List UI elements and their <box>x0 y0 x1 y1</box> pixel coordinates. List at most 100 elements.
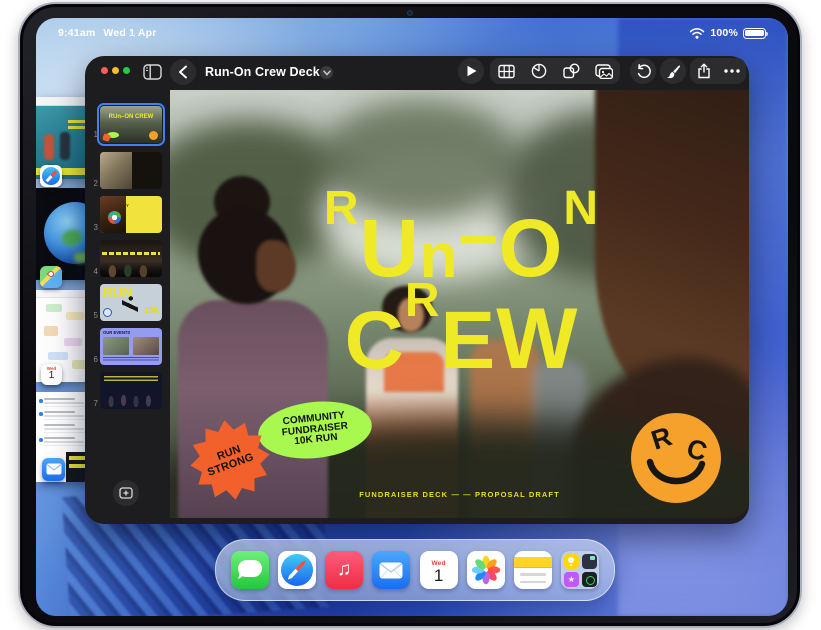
slide-number: 2 <box>89 179 98 188</box>
media-button[interactable] <box>589 58 619 84</box>
title-letter: – <box>457 206 497 262</box>
title-menu-button[interactable] <box>320 66 333 79</box>
zoom-button[interactable] <box>123 67 130 74</box>
notes-icon[interactable] <box>514 551 552 589</box>
slide-number: 6 <box>89 355 98 364</box>
calendar-day: 1 <box>420 567 458 585</box>
title-letter: O <box>497 216 562 282</box>
slide-thumbnail-4[interactable] <box>100 240 162 277</box>
table-icon <box>498 64 515 79</box>
battery-icon <box>743 28 766 39</box>
battery-percent: 100% <box>710 27 738 39</box>
slide-title-line-2: CREW <box>343 286 577 374</box>
thumb-subtitle-text: 10K <box>144 306 159 315</box>
tips-mini-icon <box>564 554 579 569</box>
badge-text: 10K RUN <box>294 433 338 448</box>
music-note-glyph: ♫ <box>337 559 351 581</box>
slide-title[interactable]: RUn–ON CREW <box>170 194 749 374</box>
present-button[interactable] <box>458 58 484 84</box>
photos-icon[interactable] <box>467 551 505 589</box>
sidebar-toggle-icon[interactable] <box>142 63 162 83</box>
slide-number: 4 <box>89 267 98 276</box>
status-time: 9:41am <box>58 27 95 39</box>
slide-canvas[interactable]: RUn–ON CREW COMMUNITY FUNDRAISER 10K RUN… <box>170 90 749 518</box>
plus-icon <box>119 487 133 499</box>
mail-dock-icon[interactable] <box>372 551 410 589</box>
thumb-title-text: OUR EVENTS <box>103 330 130 335</box>
status-indicators: 100% <box>689 27 766 39</box>
envelope-glyph <box>379 562 403 579</box>
insert-tools-group <box>490 58 620 84</box>
slide-thumbnail-3[interactable]: OUR COMMUNITY <box>100 196 162 233</box>
title-letter: R <box>403 282 439 320</box>
undo-icon <box>636 64 651 78</box>
ipad-device: 9:41am Wed 1 Apr 100% <box>18 2 802 628</box>
title-letter: U <box>358 216 418 282</box>
camera-mini-icon <box>582 554 597 569</box>
slide-thumbnail-1[interactable]: RUn–ON CREW <box>100 106 162 143</box>
share-button[interactable] <box>691 58 717 84</box>
keynote-toolbar: Run-On Crew Deck <box>85 56 749 90</box>
ellipsis-icon <box>724 69 740 73</box>
music-icon[interactable]: ♫ <box>325 551 363 589</box>
slide-thumbnail-5[interactable]: RUN 10K <box>100 284 162 321</box>
chevron-down-icon <box>323 70 331 76</box>
share-icon <box>697 63 711 79</box>
share-more-group <box>690 58 746 84</box>
calendar-dock-icon[interactable]: Wed 1 <box>420 551 458 589</box>
title-letter: W <box>494 305 576 374</box>
app-library-icon[interactable]: ★ <box>561 551 599 589</box>
more-button[interactable] <box>719 58 745 84</box>
minimize-button[interactable] <box>112 67 119 74</box>
format-brush-icon <box>666 64 681 79</box>
title-letter: E <box>439 308 495 374</box>
slide-number: 1 <box>89 130 98 139</box>
rc-smiley-logo[interactable]: R C <box>630 412 722 504</box>
slide-thumbnail-6[interactable]: OUR EVENTS <box>100 328 162 365</box>
watch-mini-icon <box>582 572 597 587</box>
status-date: Wed 1 Apr <box>103 27 156 39</box>
chevron-left-icon <box>178 65 188 79</box>
calendar-window-header <box>36 290 92 298</box>
table-button[interactable] <box>491 58 521 84</box>
messages-icon[interactable] <box>231 551 269 589</box>
undo-button[interactable] <box>630 58 656 84</box>
slide-title-line-1: RUn–ON <box>322 194 597 282</box>
safari-icon[interactable] <box>40 165 62 187</box>
slide-thumbnail-7[interactable] <box>100 372 162 409</box>
wifi-icon <box>689 27 705 39</box>
photos-flower-glyph <box>471 555 501 585</box>
keynote-window: Run-On Crew Deck <box>85 56 749 524</box>
dock: ♫ Wed 1 <box>215 539 615 601</box>
front-camera <box>407 10 413 16</box>
shapes-button[interactable] <box>556 58 586 84</box>
safari-dock-icon[interactable] <box>278 551 316 589</box>
back-button[interactable] <box>170 59 196 85</box>
calendar-icon[interactable]: Wed1 <box>41 364 62 385</box>
maps-icon[interactable] <box>40 266 62 288</box>
status-bar: 9:41am Wed 1 Apr 100% <box>36 25 788 41</box>
star-mini-icon: ★ <box>564 572 579 587</box>
slide-number: 7 <box>89 399 98 408</box>
slide-navigator: 1 RUn–ON CREW 2 RUN-ON STRONG RUN-ON FRE… <box>85 90 170 524</box>
close-button[interactable] <box>101 67 108 74</box>
title-letter: R <box>322 190 358 228</box>
status-time-date: 9:41am Wed 1 Apr <box>58 27 165 39</box>
shapes-icon <box>563 63 580 79</box>
thumb-title-text: RUn–ON CREW <box>100 114 162 121</box>
slide-thumbnail-2[interactable]: RUN-ON STRONG RUN-ON FREE RUN-ON TOGETHE… <box>100 152 162 189</box>
media-icon <box>595 64 613 79</box>
slide-number: 3 <box>89 223 98 232</box>
document-title: Run-On Crew Deck <box>205 65 320 79</box>
chart-button[interactable] <box>524 58 554 84</box>
format-brush-button[interactable] <box>660 58 686 84</box>
play-icon <box>466 65 477 77</box>
add-slide-button[interactable] <box>113 480 139 506</box>
mail-icon[interactable] <box>42 458 65 481</box>
ipad-screen: 9:41am Wed 1 Apr 100% <box>36 18 788 616</box>
title-letter: C <box>343 308 403 374</box>
title-letter: N <box>561 190 597 228</box>
notes-yellow-strip <box>514 557 552 568</box>
slide-number: 5 <box>89 311 98 320</box>
chart-icon <box>531 63 547 79</box>
